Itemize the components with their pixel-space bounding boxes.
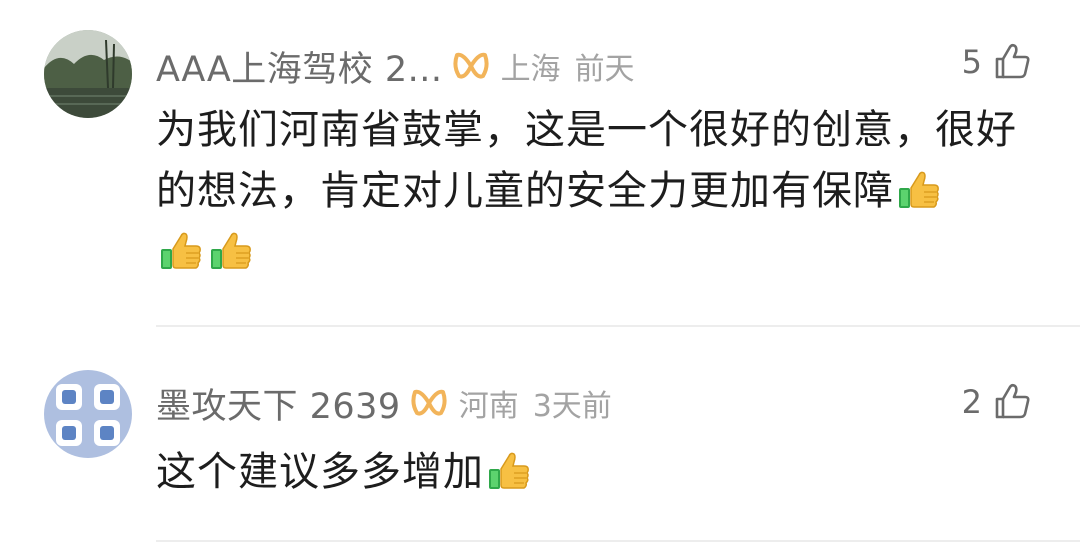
comment-text: 为我们河南省鼓掌，这是一个很好的创意，很好的想法，肯定对儿童的安全力更加有保障 — [156, 100, 1036, 283]
like-count: 2 — [961, 383, 982, 421]
avatar[interactable] — [44, 370, 132, 458]
comment-text-content: 为我们河南省鼓掌，这是一个很好的创意，很好的想法，肯定对儿童的安全力更加有保障 — [156, 107, 1017, 214]
timestamp: 3天前 — [532, 389, 612, 424]
location: 河南 — [458, 389, 519, 424]
username[interactable]: 墨攻天下 2639 — [156, 378, 401, 429]
comment-meta: 墨攻天下 2639 河南 3天前 — [156, 377, 612, 429]
vip-badge-icon — [409, 386, 449, 420]
thumbs-up-outline-icon[interactable] — [992, 382, 1032, 422]
thumbs-up-emoji-icon — [158, 227, 204, 273]
like-button[interactable]: 2 — [962, 382, 1032, 422]
username[interactable]: AAA上海驾校 2... — [156, 41, 443, 92]
like-button[interactable]: 5 — [962, 42, 1032, 82]
app-icons-grid-avatar-icon — [44, 370, 132, 458]
timestamp: 前天 — [574, 52, 635, 87]
like-count: 5 — [961, 43, 982, 81]
comment-text: 这个建议多多增加 — [156, 442, 1036, 503]
location: 上海 — [500, 52, 561, 87]
vip-badge-icon — [451, 49, 491, 83]
comment-meta: AAA上海驾校 2... 上海 前天 — [156, 40, 635, 92]
thumbs-up-emoji-icon — [896, 166, 942, 212]
comment-item: AAA上海驾校 2... 上海 前天 5 为我们河南省鼓掌，这是一个很好的创意，… — [0, 0, 1080, 326]
landscape-photo-avatar-icon — [44, 30, 132, 118]
thumbs-up-emoji-icon — [208, 227, 254, 273]
divider — [156, 540, 1080, 542]
thumbs-up-outline-icon[interactable] — [992, 42, 1032, 82]
thumbs-up-emoji-icon — [486, 447, 532, 493]
comment-item: 墨攻天下 2639 河南 3天前 2 这个建议多多增加 — [0, 327, 1080, 551]
avatar[interactable] — [44, 30, 132, 118]
comment-text-content: 这个建议多多增加 — [156, 449, 484, 495]
